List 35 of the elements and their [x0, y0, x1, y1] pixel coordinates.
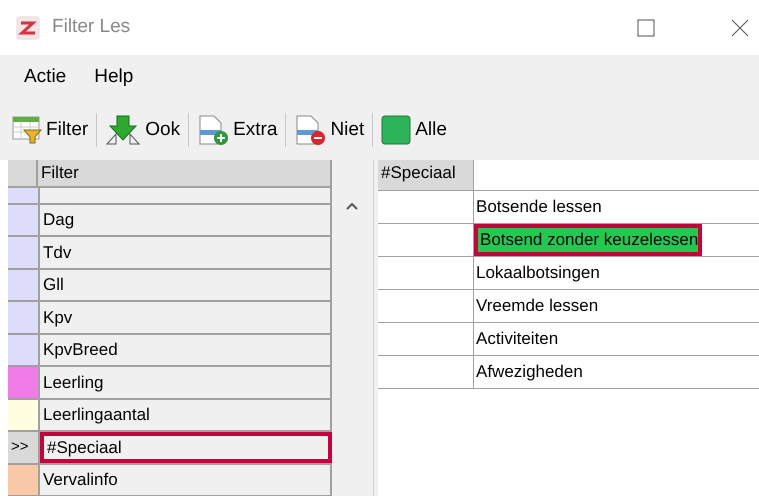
toolbar-button[interactable]: Niet — [290, 108, 368, 152]
close-icon[interactable] — [731, 18, 749, 36]
filter-row[interactable]: Kpv — [40, 302, 332, 332]
menu-item[interactable]: Help — [94, 63, 134, 92]
toolbar-button[interactable]: Extra — [193, 108, 282, 152]
list-item[interactable]: Botsend zonder keuzelessen — [474, 224, 702, 256]
table-filter-icon — [12, 116, 42, 144]
toolbar-button[interactable]: Alle — [377, 108, 451, 152]
maximize-icon[interactable] — [637, 18, 655, 36]
page-add-icon — [197, 114, 230, 146]
column-header: Filter — [38, 160, 332, 186]
toolbar-button[interactable]: Filter — [8, 108, 92, 152]
filter-row[interactable]: KpvBreed — [40, 334, 332, 365]
download-arrow-icon — [105, 114, 142, 146]
list-item[interactable]: Lokaalbotsingen — [474, 257, 600, 289]
list-item[interactable]: Afwezigheden — [474, 356, 583, 388]
list-item[interactable]: Vreemde lessen — [474, 290, 598, 322]
filter-row[interactable]: Leerlingaantal — [40, 400, 332, 430]
page-remove-icon — [294, 114, 326, 146]
filter-row[interactable]: Leerling — [40, 367, 332, 398]
filter-row[interactable]: Vervalinfo — [40, 464, 332, 495]
column-header: #Speciaal — [378, 160, 474, 190]
scroll-up-icon[interactable] — [346, 202, 358, 210]
row-indicator: >> — [10, 437, 29, 457]
filter-row[interactable]: #Speciaal — [40, 432, 332, 462]
toolbar-button[interactable]: Ook — [101, 108, 184, 152]
filter-row[interactable]: Dag — [40, 204, 332, 235]
list-item[interactable]: Botsende lessen — [474, 191, 602, 223]
window-title: Filter Les — [52, 15, 130, 40]
app-logo-icon — [16, 16, 40, 40]
filter-row[interactable]: Gll — [40, 270, 332, 300]
square-icon — [381, 115, 412, 145]
menu-item[interactable]: Actie — [24, 63, 66, 92]
filter-row[interactable]: Tdv — [40, 237, 332, 268]
list-item[interactable]: Activiteiten — [474, 323, 558, 355]
